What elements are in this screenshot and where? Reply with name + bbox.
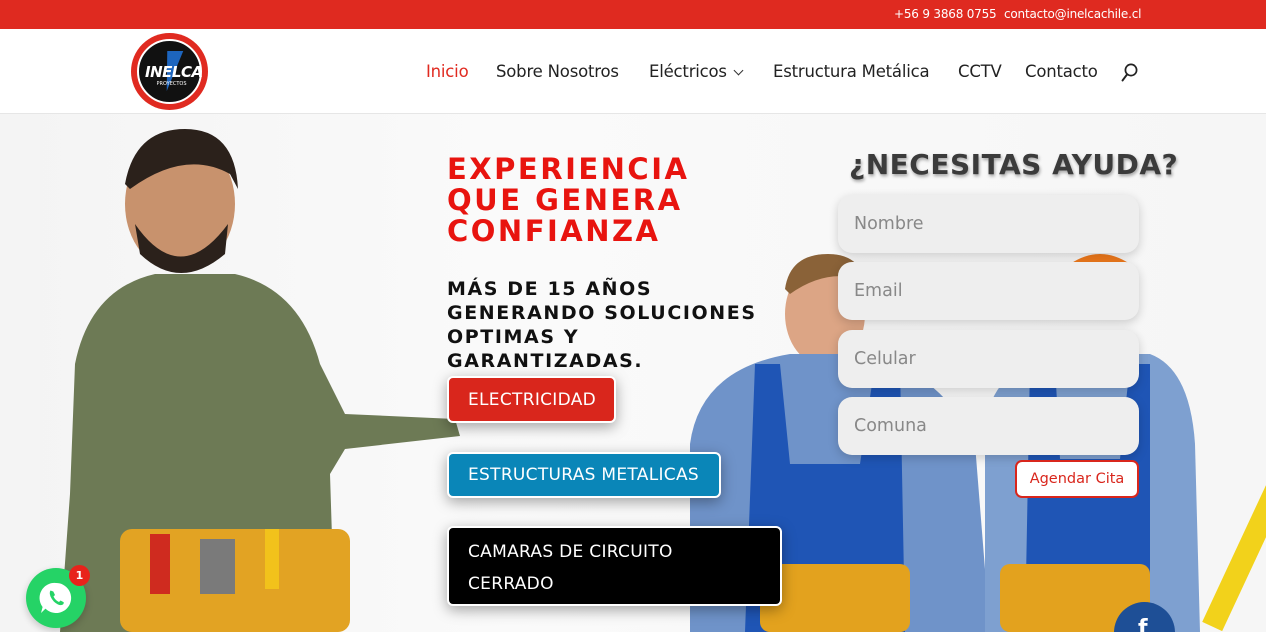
- logo-wordmark: INELCA: [145, 63, 203, 81]
- inelca-logo[interactable]: INELCA PROYECTOS: [131, 33, 208, 110]
- comuna-field[interactable]: Comuna: [838, 397, 1139, 455]
- hero-section: EXPERIENCIA QUE GENERA CONFIANZA MÁS DE …: [0, 114, 1266, 632]
- logo-subtitle: PROYECTOS: [156, 81, 187, 87]
- nav-estructura-metalica[interactable]: Estructura Metálica: [773, 62, 930, 81]
- search-icon[interactable]: [1121, 63, 1138, 83]
- nombre-field[interactable]: Nombre: [838, 195, 1139, 253]
- nav-sobre-nosotros[interactable]: Sobre Nosotros: [496, 62, 619, 81]
- help-form-title: ¿NECESITAS AYUDA?: [849, 148, 1179, 181]
- chevron-down-icon[interactable]: [733, 65, 744, 76]
- nav-contacto[interactable]: Contacto: [1025, 62, 1098, 81]
- estructuras-metalicas-button[interactable]: ESTRUCTURAS METALICAS: [447, 452, 721, 498]
- camaras-circuito-cerrado-button[interactable]: CAMARAS DE CIRCUITO CERRADO: [447, 526, 782, 606]
- electricidad-button[interactable]: ELECTRICIDAD: [447, 376, 616, 423]
- nav-cctv[interactable]: CCTV: [958, 62, 1002, 81]
- nav-electricos[interactable]: Eléctricos: [649, 62, 727, 81]
- top-bar: +56 9 3868 0755 contacto@inelcachile.cl: [0, 0, 1266, 29]
- facebook-glyph: f: [1138, 616, 1148, 632]
- whatsapp-badge: 1: [69, 565, 90, 586]
- celular-field[interactable]: Celular: [838, 330, 1139, 388]
- email-link[interactable]: contacto@inelcachile.cl: [1004, 7, 1141, 21]
- logo-badge: INELCA PROYECTOS: [137, 39, 203, 104]
- site-header: INELCA PROYECTOS Inicio Sobre Nosotros E…: [0, 29, 1266, 114]
- level-tool: [1202, 476, 1266, 632]
- nav-inicio[interactable]: Inicio: [426, 62, 469, 81]
- whatsapp-glyph: [39, 582, 72, 613]
- hero-subline: MÁS DE 15 AÑOS GENERANDO SOLUCIONES OPTI…: [447, 278, 757, 372]
- email-field[interactable]: Email: [838, 262, 1139, 320]
- agendar-cita-button[interactable]: Agendar Cita: [1015, 460, 1139, 498]
- hero-headline: EXPERIENCIA QUE GENERA CONFIANZA: [447, 152, 690, 248]
- worker-left: [60, 129, 460, 632]
- phone-link[interactable]: +56 9 3868 0755: [894, 7, 997, 21]
